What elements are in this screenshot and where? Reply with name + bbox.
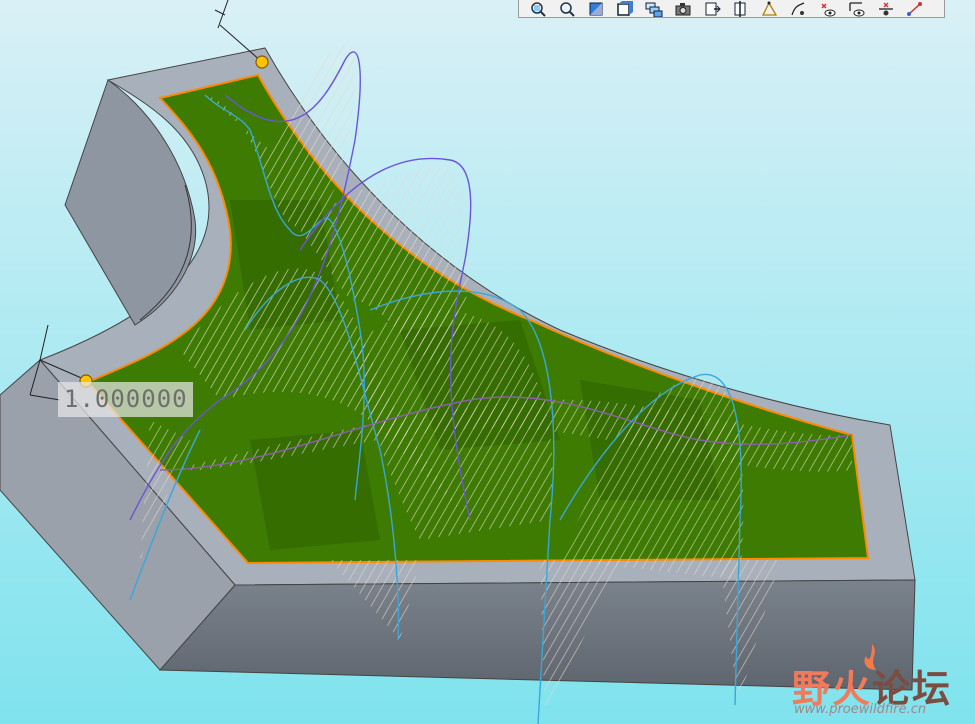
connect-icon[interactable]: [902, 1, 928, 17]
layers-icon[interactable]: [641, 1, 667, 17]
datum-point-top[interactable]: [255, 55, 269, 69]
section-eye-icon[interactable]: [844, 1, 870, 17]
datum-plane-icon[interactable]: [699, 1, 725, 17]
view-box-icon[interactable]: [612, 0, 638, 17]
datum-point-icon[interactable]: [873, 1, 899, 17]
shade-icon[interactable]: [583, 1, 609, 17]
dimension-value-input[interactable]: 1.000000: [58, 382, 193, 417]
3d-viewport[interactable]: [0, 0, 975, 724]
view-toolbar: [518, 0, 945, 18]
curve-analysis-icon[interactable]: [757, 1, 783, 17]
zoom-fit-icon[interactable]: [525, 1, 551, 17]
curvature-icon[interactable]: [786, 1, 812, 17]
zoom-icon[interactable]: [554, 1, 580, 17]
point-eye-icon[interactable]: [815, 1, 841, 17]
watermark-url: www.proewildfire.cn: [794, 702, 927, 717]
datum-axis-icon[interactable]: [728, 0, 754, 17]
forum-watermark: 野火论坛 www.proewildfire.cn: [790, 640, 970, 720]
camera-icon[interactable]: [670, 1, 696, 17]
